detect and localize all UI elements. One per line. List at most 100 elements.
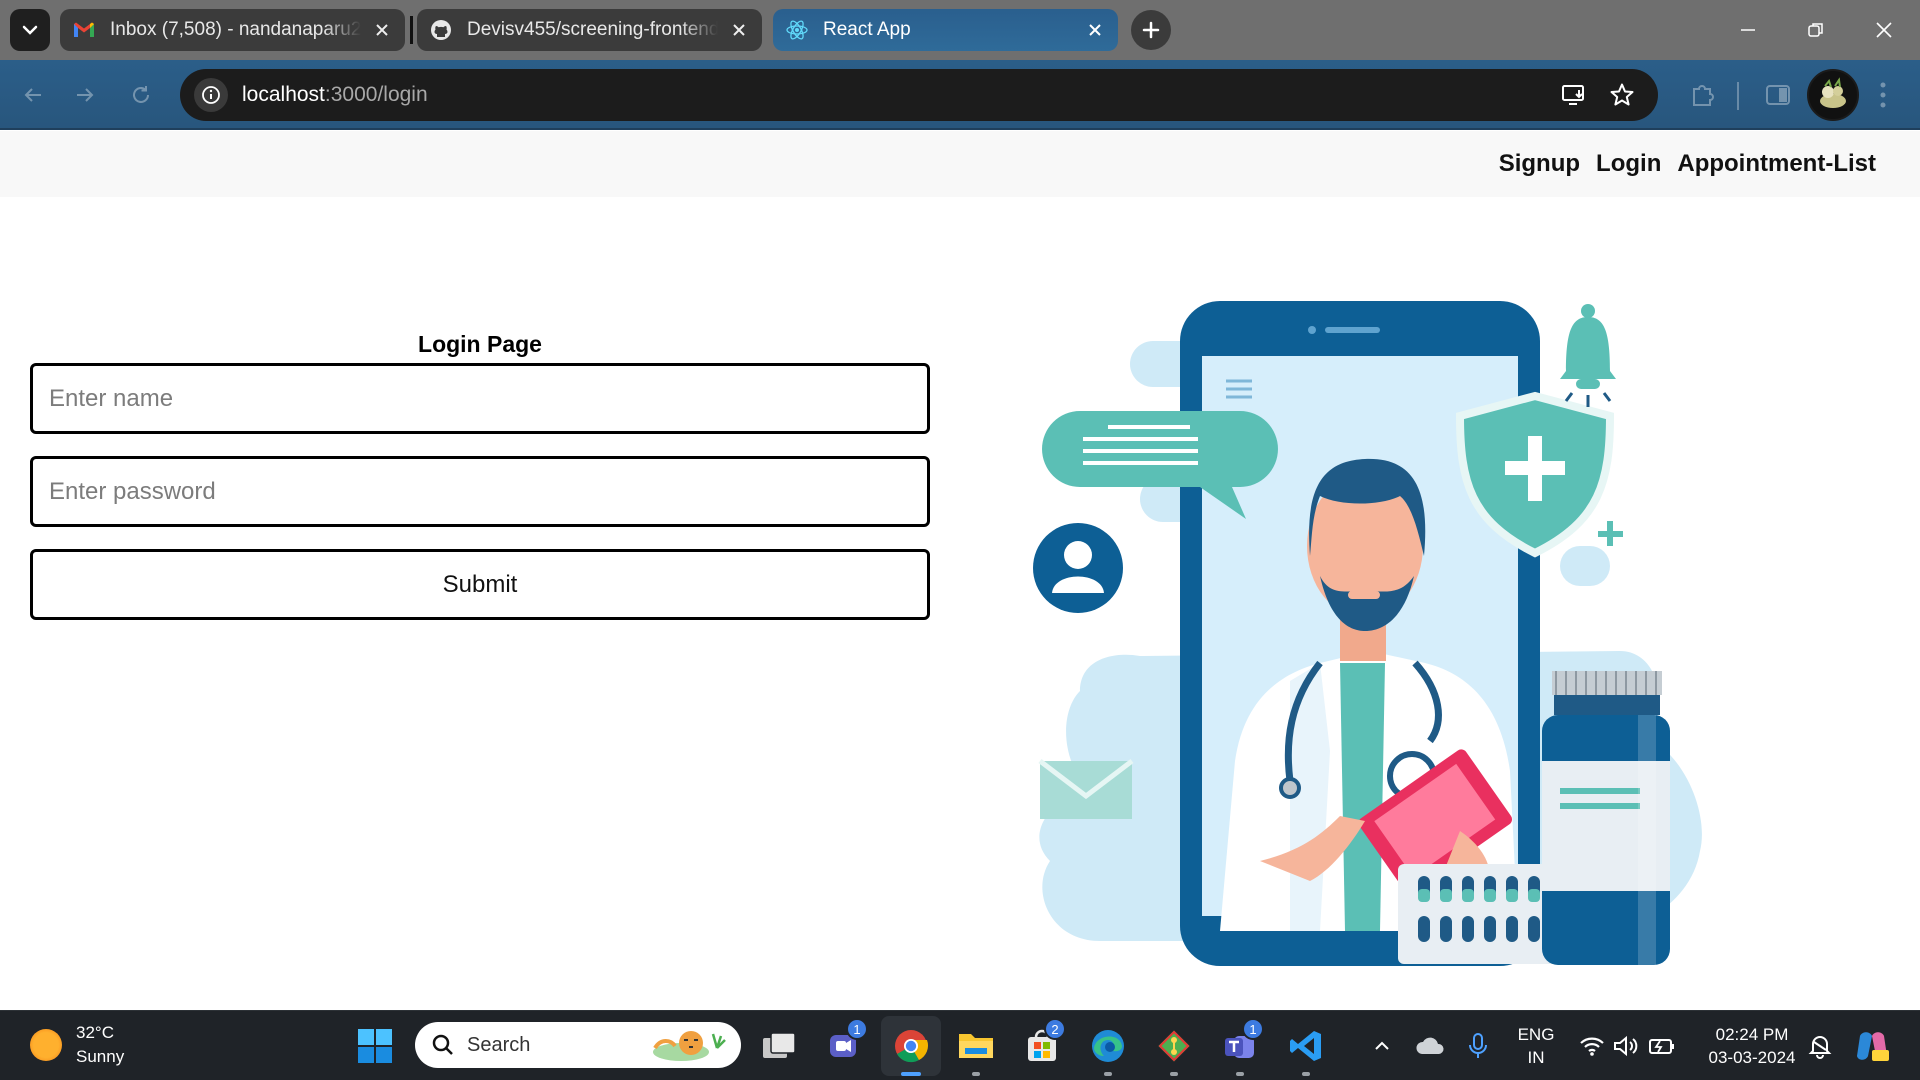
arrow-left-icon [24, 88, 41, 102]
close-icon[interactable] [728, 19, 750, 41]
chevron-down-icon [22, 25, 38, 35]
address-bar[interactable]: localhost:3000/login [180, 69, 1658, 121]
vscode-icon [1290, 1031, 1321, 1061]
install-icon [1562, 85, 1584, 105]
show-hidden-icons-button[interactable] [1362, 1026, 1402, 1066]
start-button[interactable] [355, 1026, 395, 1066]
cloud-icon [1416, 1037, 1444, 1054]
close-icon[interactable] [371, 19, 393, 41]
taskbar-chrome[interactable] [891, 1026, 931, 1076]
weather-widget[interactable]: 32°C Sunny [30, 1021, 124, 1069]
taskbar-teams-chat[interactable]: 1 [824, 1018, 868, 1066]
windows-taskbar: 32°C Sunny Search 1 2 1 ENG IN 02:24 PM … [0, 1010, 1920, 1080]
url-text: localhost:3000/login [242, 83, 428, 107]
github-icon [431, 20, 451, 40]
tab-title: Inbox (7,508) - nandanaparu2004@gmail.co… [110, 19, 361, 40]
running-indicator [901, 1072, 921, 1076]
edge-icon [1092, 1030, 1124, 1062]
page-content: Signup Login Appointment-List Login Page… [0, 131, 1920, 1010]
medicine-bottle [1542, 671, 1670, 965]
tab-github[interactable]: Devisv455/screening-frontend at main [417, 9, 762, 51]
name-input[interactable] [30, 363, 930, 434]
close-window-button[interactable] [1866, 12, 1902, 48]
taskbar-edge[interactable] [1088, 1026, 1128, 1076]
star-icon [1610, 83, 1634, 106]
sun-icon [30, 1029, 62, 1061]
language-indicator[interactable]: ENG IN [1508, 1023, 1564, 1069]
scrub-shirt [1340, 663, 1385, 931]
plus-icon [1142, 21, 1160, 39]
copilot-icon [1857, 1032, 1889, 1061]
taskbar-teams[interactable]: 1 [1220, 1018, 1264, 1076]
task-view-icon [763, 1032, 796, 1058]
windows-start-icon [358, 1029, 392, 1063]
back-button[interactable] [16, 78, 50, 112]
extensions-icon[interactable] [1686, 79, 1718, 111]
running-indicator [972, 1072, 980, 1076]
weather-desc: Sunny [76, 1047, 125, 1066]
tab-separator [410, 16, 413, 44]
git-icon [1158, 1030, 1190, 1062]
tab-title: Devisv455/screening-frontend at main [467, 19, 718, 40]
tab-react-app[interactable]: React App [773, 9, 1118, 51]
install-app-button[interactable] [1560, 81, 1588, 109]
clock[interactable]: 02:24 PM 03-03-2024 [1692, 1023, 1812, 1069]
bookmark-button[interactable] [1608, 81, 1636, 109]
taskbar-vscode[interactable] [1286, 1026, 1326, 1076]
nav-appointment-list-link[interactable]: Appointment-List [1677, 150, 1876, 178]
react-icon [786, 20, 808, 40]
nav-login-link[interactable]: Login [1596, 150, 1661, 178]
weather-temp: 32°C [76, 1023, 114, 1042]
minimize-icon [1741, 29, 1755, 31]
browser-toolbar: localhost:3000/login [0, 60, 1920, 130]
app-navbar: Signup Login Appointment-List [0, 131, 1920, 197]
site-info-button[interactable] [194, 78, 228, 112]
task-view-button[interactable] [759, 1026, 799, 1066]
menu-kebab-icon[interactable] [1878, 80, 1888, 110]
search-label: Search [467, 1033, 531, 1056]
toolbar-divider [1737, 82, 1739, 110]
side-panel-icon[interactable] [1762, 79, 1794, 111]
taskbar-git[interactable] [1154, 1026, 1194, 1076]
tab-search-button[interactable] [10, 9, 50, 51]
clock-time: 02:24 PM [1715, 1025, 1789, 1044]
close-icon[interactable] [1084, 19, 1106, 41]
chrome-icon [895, 1030, 929, 1063]
speaker-icon [1614, 1035, 1638, 1057]
restore-button[interactable] [1798, 12, 1834, 48]
onedrive-button[interactable] [1410, 1026, 1450, 1066]
close-icon [1876, 22, 1892, 38]
profile-avatar[interactable] [1807, 69, 1859, 121]
url-host: localhost [242, 83, 325, 106]
tab-title: React App [823, 19, 911, 40]
reload-button[interactable] [124, 78, 158, 112]
search-highlight-icon [653, 1031, 726, 1061]
running-indicator [1236, 1072, 1244, 1076]
tab-gmail[interactable]: Inbox (7,508) - nandanaparu2004@gmail.co… [60, 9, 405, 51]
taskbar-file-explorer[interactable] [956, 1026, 996, 1076]
volume-button[interactable] [1606, 1026, 1646, 1066]
taskbar-search-box[interactable]: Search [415, 1022, 741, 1068]
notification-badge: 1 [1242, 1018, 1264, 1040]
battery-charging-icon [1649, 1039, 1674, 1054]
forward-button[interactable] [68, 78, 102, 112]
browser-tab-strip: Inbox (7,508) - nandanaparu2004@gmail.co… [0, 0, 1920, 60]
minimize-button[interactable] [1730, 12, 1766, 48]
nav-signup-link[interactable]: Signup [1499, 150, 1580, 178]
new-tab-button[interactable] [1131, 10, 1171, 50]
taskbar-ms-store[interactable]: 2 [1022, 1018, 1066, 1066]
microphone-button[interactable] [1458, 1026, 1498, 1066]
folder-icon [959, 1034, 993, 1058]
bell-icon [1560, 304, 1616, 407]
notifications-button[interactable] [1800, 1026, 1840, 1066]
copilot-button[interactable] [1852, 1026, 1892, 1066]
gmail-icon [74, 22, 94, 37]
language-code: ENG [1517, 1025, 1555, 1044]
notification-bell-icon [1808, 1036, 1832, 1059]
submit-button[interactable]: Submit [30, 549, 930, 620]
notification-badge: 1 [846, 1018, 868, 1040]
password-input[interactable] [30, 456, 930, 527]
battery-button[interactable] [1642, 1026, 1682, 1066]
page-title: Login Page [418, 331, 542, 357]
language-region: IN [1527, 1048, 1545, 1067]
